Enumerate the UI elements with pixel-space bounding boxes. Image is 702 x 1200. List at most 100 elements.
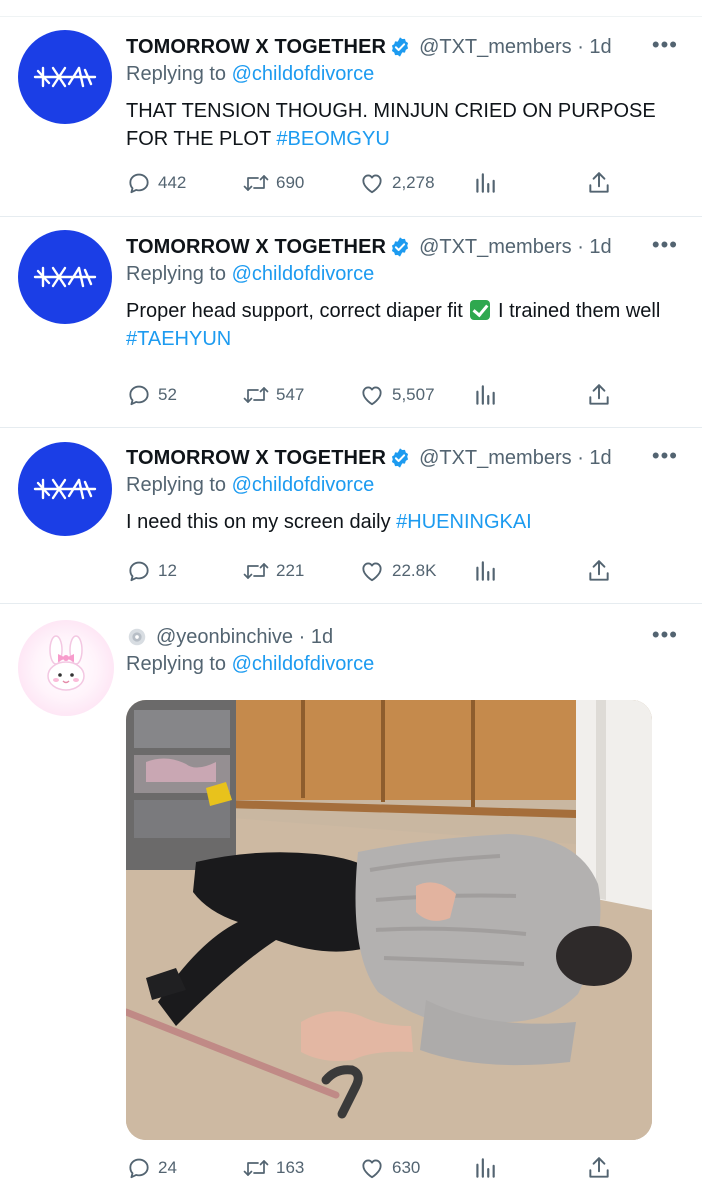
disc-icon	[128, 628, 146, 646]
display-name[interactable]: TOMORROW X TOGETHER	[126, 236, 386, 259]
heart-icon	[362, 562, 382, 582]
tweet-body: TOMORROW X TOGETHER @TXT_members · 1d ••…	[126, 34, 678, 153]
tweet-header: TOMORROW X TOGETHER @TXT_members · 1d	[126, 445, 678, 471]
retweet-count: 690	[276, 173, 305, 192]
retweet-button[interactable]: 690	[242, 170, 304, 196]
like-button[interactable]: 2,278	[358, 170, 435, 196]
reply-button[interactable]: 12	[126, 558, 177, 584]
views-button[interactable]	[472, 170, 498, 196]
more-horizontal-icon[interactable]: •••	[652, 34, 678, 56]
share-button[interactable]	[586, 558, 612, 584]
replying-to: Replying to @childofdivorce	[126, 653, 678, 679]
reply-count: 12	[158, 561, 177, 580]
reply-mention[interactable]: @childofdivorce	[232, 653, 375, 675]
tweet[interactable]: TOMORROW X TOGETHER @TXT_members · 1d ••…	[0, 17, 702, 217]
reply-icon	[129, 385, 149, 406]
views-icon	[476, 561, 495, 581]
timestamp[interactable]: 1d	[311, 626, 333, 649]
replying-to: Replying to @childofdivorce	[126, 263, 678, 289]
reply-count: 24	[158, 1158, 177, 1177]
replying-to: Replying to @childofdivorce	[126, 63, 678, 89]
txt-logo-icon	[33, 478, 97, 500]
tweet[interactable]: TOMORROW X TOGETHER @TXT_members · 1d ••…	[0, 428, 702, 604]
timestamp[interactable]: 1d	[589, 447, 611, 470]
action-bar: 12 221 22.8K	[126, 558, 626, 588]
hashtag-link[interactable]: #TAEHYUN	[126, 328, 231, 350]
like-count: 630	[392, 1158, 421, 1177]
avatar[interactable]	[18, 230, 112, 324]
reply-button[interactable]: 52	[126, 382, 177, 408]
action-bar: 442 690 2,278	[126, 170, 626, 200]
like-count: 5,507	[392, 385, 435, 404]
tweet-text-content: THAT TENSION THOUGH. MINJUN CRIED ON PUR…	[126, 100, 656, 150]
replying-label: Replying to	[126, 263, 227, 285]
handle[interactable]: @TXT_members	[419, 236, 572, 259]
like-count: 2,278	[392, 173, 435, 192]
like-button[interactable]: 5,507	[358, 382, 435, 408]
share-icon	[589, 384, 609, 405]
share-button[interactable]	[586, 170, 612, 196]
reply-icon	[129, 173, 149, 194]
retweet-count: 221	[276, 561, 305, 580]
display-name[interactable]: TOMORROW X TOGETHER	[126, 447, 386, 470]
separator: ·	[577, 235, 584, 258]
more-horizontal-icon[interactable]: •••	[652, 234, 678, 256]
more-horizontal-icon[interactable]: •••	[652, 445, 678, 467]
display-name[interactable]: TOMORROW X TOGETHER	[126, 36, 386, 59]
share-button[interactable]	[586, 382, 612, 408]
reply-count: 442	[158, 173, 187, 192]
retweet-icon	[243, 175, 269, 191]
txt-logo-icon	[33, 266, 97, 288]
tweet-media-image[interactable]	[126, 700, 652, 1140]
handle[interactable]: @TXT_members	[419, 36, 572, 59]
tweet[interactable]: @yeonbinchive · 1d ••• Replying to @chil…	[0, 604, 702, 1200]
heart-icon	[362, 1159, 382, 1179]
handle[interactable]: @TXT_members	[419, 447, 572, 470]
verified-badge-icon	[391, 37, 409, 57]
avatar[interactable]	[18, 442, 112, 536]
hashtag-link[interactable]: #BEOMGYU	[276, 128, 389, 150]
avatar[interactable]	[18, 620, 114, 716]
like-button[interactable]: 22.8K	[358, 558, 436, 584]
like-button[interactable]: 630	[358, 1155, 420, 1181]
verified-badge-icon	[391, 448, 409, 468]
hashtag-link[interactable]: #HUENINGKAI	[396, 511, 532, 533]
retweet-icon	[243, 1160, 269, 1176]
share-button[interactable]	[586, 1155, 612, 1181]
views-button[interactable]	[472, 558, 498, 584]
tweet-text: THAT TENSION THOUGH. MINJUN CRIED ON PUR…	[126, 97, 678, 153]
handle[interactable]: @yeonbinchive	[156, 626, 293, 649]
views-icon	[476, 1158, 495, 1178]
reply-mention[interactable]: @childofdivorce	[232, 63, 375, 85]
timestamp[interactable]: 1d	[589, 236, 611, 259]
top-divider	[0, 0, 702, 17]
action-bar: 24 163 630	[126, 1155, 626, 1185]
reply-button[interactable]: 24	[126, 1155, 177, 1181]
txt-logo-icon	[33, 66, 97, 88]
tweet-text-content: I need this on my screen daily	[126, 511, 391, 533]
retweet-count: 547	[276, 385, 305, 404]
views-button[interactable]	[472, 382, 498, 408]
more-horizontal-icon[interactable]: •••	[652, 624, 678, 646]
retweet-button[interactable]: 163	[242, 1155, 304, 1181]
tweet-header: @yeonbinchive · 1d	[126, 624, 678, 650]
reply-count: 52	[158, 385, 177, 404]
views-button[interactable]	[472, 1155, 498, 1181]
retweet-icon	[243, 563, 269, 579]
separator: ·	[577, 446, 584, 469]
views-icon	[476, 385, 495, 405]
avatar[interactable]	[18, 30, 112, 124]
reply-button[interactable]: 442	[126, 170, 186, 196]
reply-icon	[129, 561, 149, 582]
tweet[interactable]: TOMORROW X TOGETHER @TXT_members · 1d ••…	[0, 217, 702, 428]
reply-mention[interactable]: @childofdivorce	[232, 263, 375, 285]
timestamp[interactable]: 1d	[589, 36, 611, 59]
reply-mention[interactable]: @childofdivorce	[232, 474, 375, 496]
separator: ·	[577, 35, 584, 58]
views-icon	[476, 173, 495, 193]
action-bar: 52 547 5,507	[126, 382, 626, 412]
retweet-button[interactable]: 547	[242, 382, 304, 408]
share-icon	[589, 560, 609, 581]
tweet-text: I need this on my screen daily #HUENINGK…	[126, 508, 678, 536]
retweet-button[interactable]: 221	[242, 558, 304, 584]
